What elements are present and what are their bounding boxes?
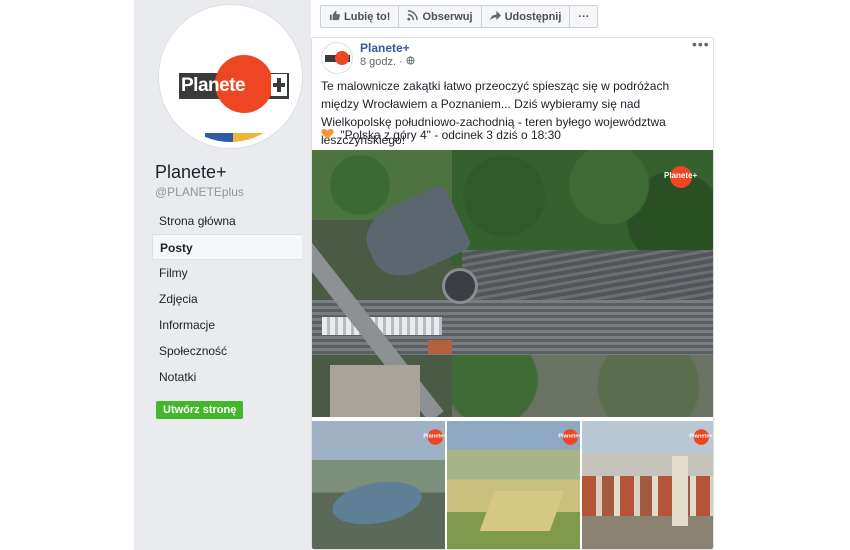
page-action-bar: Lubię to! Obserwuj Udostępnij ··· xyxy=(320,5,599,28)
create-page-button[interactable]: Utwórz stronę xyxy=(156,401,244,419)
follow-button[interactable]: Obserwuj xyxy=(399,6,482,27)
post-episode-line: "Polska z góry 4" - odcinek 3 dziś o 18:… xyxy=(321,128,561,142)
post-card: Planete+ 8 godz. · ••• Te malownicze zak… xyxy=(311,37,714,550)
page-name[interactable]: Planete+ xyxy=(155,162,227,183)
globe-icon xyxy=(406,56,415,68)
post-timestamp[interactable]: 8 godz. · xyxy=(360,56,415,68)
facebook-page: Planete Planete+ @PLANETEplus Strona głó… xyxy=(0,0,850,550)
post-main-photo[interactable]: Planete+ xyxy=(312,150,713,417)
more-actions-button[interactable]: ··· xyxy=(570,6,597,27)
share-button[interactable]: Udostępnij xyxy=(482,6,571,27)
nav-item-videos[interactable]: Filmy xyxy=(152,260,302,286)
post-author-name[interactable]: Planete+ xyxy=(360,41,410,55)
page-profile-picture[interactable]: Planete xyxy=(158,4,303,149)
orange-heart-icon xyxy=(321,128,334,140)
post-options-icon[interactable]: ••• xyxy=(692,38,710,52)
rss-icon xyxy=(407,9,419,24)
photo-watermark-logo: Planete+ xyxy=(662,166,702,188)
follow-label: Obserwuj xyxy=(422,10,473,23)
nav-item-photos[interactable]: Zdjęcia xyxy=(152,286,302,312)
post-time-label: 8 godz. · xyxy=(360,56,406,68)
nav-item-posts[interactable]: Posty xyxy=(152,234,302,260)
thumbnail-watermark-logo: Planete+ xyxy=(557,429,580,445)
nav-item-community[interactable]: Społeczność xyxy=(152,338,302,364)
episode-text: "Polska z góry 4" - odcinek 3 dziś o 18:… xyxy=(340,128,561,142)
thumbnail-watermark-logo: Planete+ xyxy=(688,429,713,445)
thumbnail-watermark-logo: Planete+ xyxy=(422,429,445,445)
post-thumbnail-3[interactable]: Planete+ xyxy=(582,421,713,549)
post-thumbnail-1[interactable]: Planete+ xyxy=(312,421,445,549)
nav-item-about[interactable]: Informacje xyxy=(152,312,302,338)
nav-item-notes[interactable]: Notatki xyxy=(152,364,302,390)
thumbs-up-icon xyxy=(329,10,340,24)
planete-logo: Planete xyxy=(165,11,296,142)
page-handle[interactable]: @PLANETEplus xyxy=(155,185,244,199)
logo-plus-icon xyxy=(271,74,287,96)
nav-item-home[interactable]: Strona główna xyxy=(152,208,302,234)
like-label: Lubię to! xyxy=(344,10,391,23)
page-nav: Strona główna Posty Filmy Zdjęcia Inform… xyxy=(152,208,302,390)
post-author-avatar[interactable] xyxy=(321,42,353,74)
share-arrow-icon xyxy=(489,10,501,24)
post-thumbnail-2[interactable]: Planete+ xyxy=(447,421,580,549)
left-sidebar: Planete Planete+ @PLANETEplus Strona głó… xyxy=(134,0,311,550)
share-label: Udostępnij xyxy=(504,10,562,23)
like-button[interactable]: Lubię to! xyxy=(321,6,400,27)
logo-text: Planete xyxy=(181,75,246,96)
